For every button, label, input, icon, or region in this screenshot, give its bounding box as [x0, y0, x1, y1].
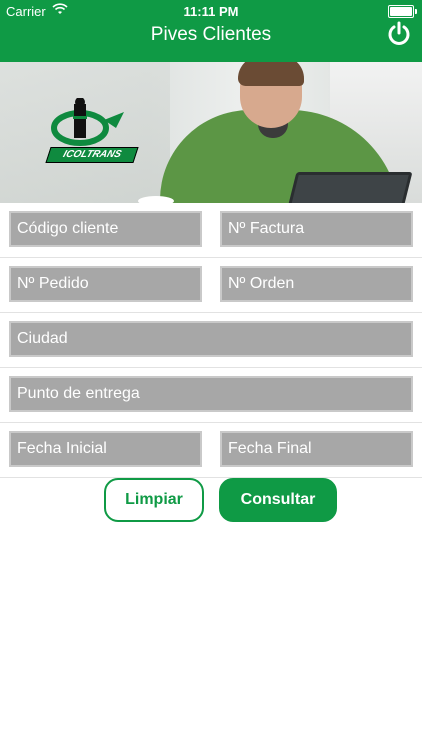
codigo-cliente-field[interactable]: Código cliente [9, 211, 202, 247]
fecha-inicial-field[interactable]: Fecha Inicial [9, 431, 202, 467]
orden-field[interactable]: Nº Orden [220, 266, 413, 302]
divider [0, 422, 422, 423]
limpiar-button[interactable]: Limpiar [104, 478, 204, 522]
divider [0, 312, 422, 313]
ciudad-field[interactable]: Ciudad [9, 321, 413, 357]
page-title: Pives Clientes [150, 24, 272, 45]
top-bar: Carrier 11:11 PM Pives Clientes [0, 0, 422, 62]
divider [0, 477, 422, 478]
factura-field[interactable]: Nº Factura [220, 211, 413, 247]
divider [0, 257, 422, 258]
fecha-final-field[interactable]: Fecha Final [220, 431, 413, 467]
status-bar: Carrier 11:11 PM [0, 0, 422, 22]
punto-entrega-field[interactable]: Punto de entrega [9, 376, 413, 412]
divider [0, 367, 422, 368]
status-time: 11:11 PM [183, 4, 239, 19]
logo-text: ICOLTRANS [45, 147, 139, 163]
pedido-field[interactable]: Nº Pedido [9, 266, 202, 302]
power-icon[interactable] [386, 21, 412, 47]
battery-icon [388, 5, 417, 18]
consultar-button[interactable]: Consultar [219, 478, 337, 522]
